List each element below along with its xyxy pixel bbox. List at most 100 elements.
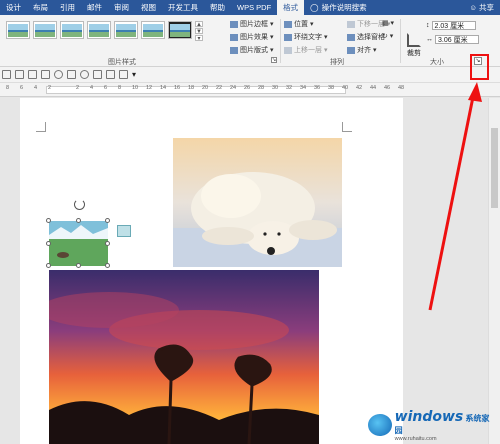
document-margin-area xyxy=(403,98,500,444)
ruler-tick-label: 4 xyxy=(90,85,94,91)
picture-layout-button[interactable]: 图片版式 ▾ xyxy=(230,45,274,55)
picture-style-2[interactable] xyxy=(33,21,57,39)
tab-layout[interactable]: 布局 xyxy=(27,0,54,15)
gallery-up-icon[interactable]: ▲ xyxy=(195,21,203,28)
picture-border-button[interactable]: 图片边框 ▾ xyxy=(230,19,274,29)
resize-handle[interactable] xyxy=(105,218,110,223)
scrollbar-thumb[interactable] xyxy=(491,128,498,208)
toolbar-icon-9[interactable] xyxy=(106,70,115,79)
crop-button[interactable]: 裁剪 xyxy=(405,33,423,58)
width-input[interactable]: 3.06 厘米 xyxy=(435,35,479,44)
tell-me-search[interactable]: ◯ 操作说明搜索 xyxy=(304,2,372,13)
height-field[interactable]: ↕ 2.03 厘米 xyxy=(426,21,476,30)
resize-handle[interactable] xyxy=(46,218,51,223)
ribbon-tab-bar: 设计 布局 引用 邮件 审阅 视图 开发工具 帮助 WPS PDF 格式 ◯ 操… xyxy=(0,0,500,15)
ribbon-separator xyxy=(280,19,281,63)
arrange-group-label: 排列 xyxy=(330,59,344,66)
ruler-tick-label: 24 xyxy=(230,85,237,91)
toolbar-icon-3[interactable] xyxy=(28,70,37,79)
tab-help[interactable]: 帮助 xyxy=(204,0,231,15)
layout-options-icon[interactable] xyxy=(117,225,131,237)
ruler-tick-label: 6 xyxy=(104,85,108,91)
person-icon: ☺ xyxy=(469,3,477,12)
size-group-label: 大小 xyxy=(430,59,444,66)
ruler-tick-label: 18 xyxy=(188,85,195,91)
margin-corner-mark xyxy=(36,122,46,132)
resize-handle[interactable] xyxy=(105,241,110,246)
group-objects-icon[interactable]: ▦ ▾ xyxy=(382,19,394,27)
ruler-tick-label: 12 xyxy=(146,85,153,91)
picture-effects-label: 图片效果 xyxy=(240,34,268,41)
resize-handle[interactable] xyxy=(46,263,51,268)
toolbar-icon-5[interactable] xyxy=(54,70,63,79)
picture-effects-button[interactable]: 图片效果 ▾ xyxy=(230,32,274,42)
resize-handle[interactable] xyxy=(46,241,51,246)
selected-landscape-image[interactable] xyxy=(46,218,110,268)
picture-styles-launcher-icon[interactable]: ↘ xyxy=(271,57,277,63)
ruler-tick-label: 34 xyxy=(300,85,307,91)
tab-references[interactable]: 引用 xyxy=(54,0,81,15)
tab-review[interactable]: 审阅 xyxy=(108,0,135,15)
share-label: 共享 xyxy=(479,3,494,12)
tab-view[interactable]: 视图 xyxy=(135,0,162,15)
watermark-brand: windows xyxy=(394,408,464,425)
selection-pane-button[interactable]: 选择窗格 xyxy=(347,32,385,42)
gallery-more-icon[interactable]: ▾ xyxy=(195,35,203,42)
rotate-handle-icon[interactable] xyxy=(74,199,85,210)
picture-style-6[interactable] xyxy=(141,21,165,39)
ruler-tick-label: 4 xyxy=(34,85,38,91)
toolbar-icon-10[interactable] xyxy=(119,70,128,79)
picture-effects-icon xyxy=(230,33,238,41)
wrap-text-button[interactable]: 环绕文字 ▾ xyxy=(284,32,328,42)
share-button[interactable]: ☺ 共享 xyxy=(469,2,500,13)
picture-style-7[interactable] xyxy=(168,21,192,39)
toolbar-icon-8[interactable] xyxy=(93,70,102,79)
position-label: 位置 xyxy=(294,21,308,28)
tab-mailings[interactable]: 邮件 xyxy=(81,0,108,15)
margin-corner-mark xyxy=(342,122,352,132)
rotate-objects-icon[interactable]: ↻ ▾ xyxy=(382,32,393,40)
picture-style-5[interactable] xyxy=(114,21,138,39)
gallery-down-icon[interactable]: ▼ xyxy=(195,28,203,35)
ruler-tick-label: 20 xyxy=(202,85,209,91)
wrap-text-label: 环绕文字 xyxy=(294,34,322,41)
align-button[interactable]: 对齐 ▾ xyxy=(347,45,377,55)
resize-handle[interactable] xyxy=(76,263,81,268)
resize-handle[interactable] xyxy=(105,263,110,268)
tab-wps-pdf[interactable]: WPS PDF xyxy=(231,0,277,15)
ruler-tick-label: 28 xyxy=(258,85,265,91)
picture-style-3[interactable] xyxy=(60,21,84,39)
position-button[interactable]: 位置 ▾ xyxy=(284,19,314,29)
ruler-tick-label: 8 xyxy=(6,85,10,91)
toolbar-icon-2[interactable] xyxy=(15,70,24,79)
selection-pane-label: 选择窗格 xyxy=(357,34,385,41)
highlight-box xyxy=(470,54,489,80)
ruler-tick-label: 46 xyxy=(384,85,391,91)
resize-handle[interactable] xyxy=(76,218,81,223)
tab-format[interactable]: 格式 xyxy=(277,0,305,15)
tab-developer[interactable]: 开发工具 xyxy=(162,0,204,15)
picture-style-1[interactable] xyxy=(6,21,30,39)
toolbar-more-icon[interactable]: ▾ xyxy=(132,70,136,79)
ruler-tick-label: 10 xyxy=(132,85,139,91)
height-input[interactable]: 2.03 厘米 xyxy=(431,21,476,30)
polar-bear-image[interactable] xyxy=(173,138,342,267)
bring-forward-button[interactable]: 上移一层 ▾ xyxy=(284,45,328,55)
send-backward-icon xyxy=(347,20,355,28)
horizontal-ruler[interactable]: 8 6 4 2 2 4 6 8 10 12 14 16 18 20 22 24 26 28 30 32 34 36 38 40… xyxy=(0,83,500,97)
lightbulb-icon: ◯ xyxy=(310,3,319,12)
ruler-tick-label: 22 xyxy=(216,85,223,91)
tell-me-label: 操作说明搜索 xyxy=(321,3,367,12)
ruler-tick-label: 6 xyxy=(20,85,24,91)
toolbar-icon-7[interactable] xyxy=(80,70,89,79)
tab-design[interactable]: 设计 xyxy=(0,0,27,15)
align-label: 对齐 xyxy=(357,47,371,54)
toolbar-icon-6[interactable] xyxy=(67,70,76,79)
picture-style-4[interactable] xyxy=(87,21,111,39)
width-field[interactable]: ↔ 3.06 厘米 xyxy=(426,35,479,44)
toolbar-icon-4[interactable] xyxy=(41,70,50,79)
sunset-painting-image[interactable] xyxy=(49,270,319,444)
watermark-url: www.ruhaitu.com xyxy=(394,435,437,442)
vertical-scrollbar[interactable] xyxy=(488,98,500,444)
toolbar-icon-1[interactable] xyxy=(2,70,11,79)
